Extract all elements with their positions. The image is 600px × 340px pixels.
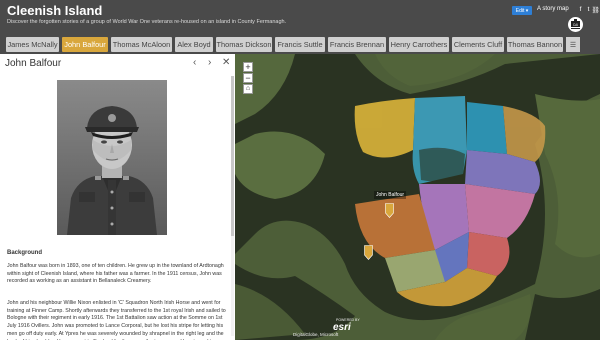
map-marker-john-balfour[interactable]: [385, 203, 394, 218]
map-tooltip: John Balfour: [374, 191, 407, 199]
tab-thomas-mcaloon[interactable]: Thomas McAloon: [111, 37, 172, 52]
tab-clements-cluff[interactable]: Clements Cluff: [452, 37, 504, 52]
map-marker[interactable]: [364, 245, 373, 260]
scrollbar-thumb[interactable]: [231, 76, 234, 236]
tab-bar: James McNally John Balfour Thomas McAloo…: [0, 34, 600, 54]
tab-francis-suttle[interactable]: Francis Suttle: [275, 37, 325, 52]
close-icon[interactable]: ✕: [222, 57, 230, 68]
tab-john-balfour[interactable]: John Balfour: [62, 37, 108, 52]
map-attribution: DigitalGlobe, Microsoft: [293, 332, 339, 337]
tab-henry-carrothers[interactable]: Henry Carrothers: [389, 37, 449, 52]
page-subtitle: Discover the forgotten stories of a grou…: [7, 19, 287, 25]
section-heading: Background: [7, 250, 43, 256]
panel-title: John Balfour: [5, 58, 62, 69]
menu-icon[interactable]: ☰: [566, 37, 580, 52]
page-title: Cleenish Island: [7, 3, 103, 18]
zoom-out-button[interactable]: −: [243, 73, 253, 83]
edit-button[interactable]: Edit ▾: [512, 6, 532, 15]
next-icon[interactable]: ›: [208, 57, 211, 68]
facebook-icon[interactable]: f: [577, 6, 584, 13]
logo-text: CAI: [573, 23, 578, 27]
tab-francis-brennan[interactable]: Francis Brennan: [328, 37, 386, 52]
zoom-in-button[interactable]: +: [243, 62, 253, 72]
tab-thomas-dickson[interactable]: Thomas Dickson: [216, 37, 272, 52]
story-panel: John Balfour ‹ › ✕ Background John Balfo…: [0, 54, 235, 340]
tab-thomas-bannon[interactable]: Thomas Bannon: [507, 37, 563, 52]
tab-alex-boyd[interactable]: Alex Boyd: [175, 37, 213, 52]
home-icon[interactable]: ⌂: [243, 84, 253, 94]
story-paragraph-1: John Balfour was born in 1893, one of te…: [7, 263, 224, 285]
tab-james-mcnally[interactable]: James McNally: [6, 37, 59, 52]
header: Cleenish Island Discover the forgotten s…: [0, 0, 600, 34]
logo: CAI: [568, 17, 583, 32]
prev-icon[interactable]: ‹: [193, 57, 196, 68]
story-paragraph-2: John and his neighbour Willie Nixon enli…: [7, 300, 226, 340]
link-icon[interactable]: ⛓: [591, 6, 599, 14]
story-map-app: Cleenish Island Discover the forgotten s…: [0, 0, 600, 340]
map-imagery: [235, 54, 600, 340]
map-view[interactable]: + − ⌂ John Balfour: [235, 54, 600, 340]
portrait-photo: [57, 80, 167, 235]
story-map-label: A story map: [537, 6, 569, 12]
